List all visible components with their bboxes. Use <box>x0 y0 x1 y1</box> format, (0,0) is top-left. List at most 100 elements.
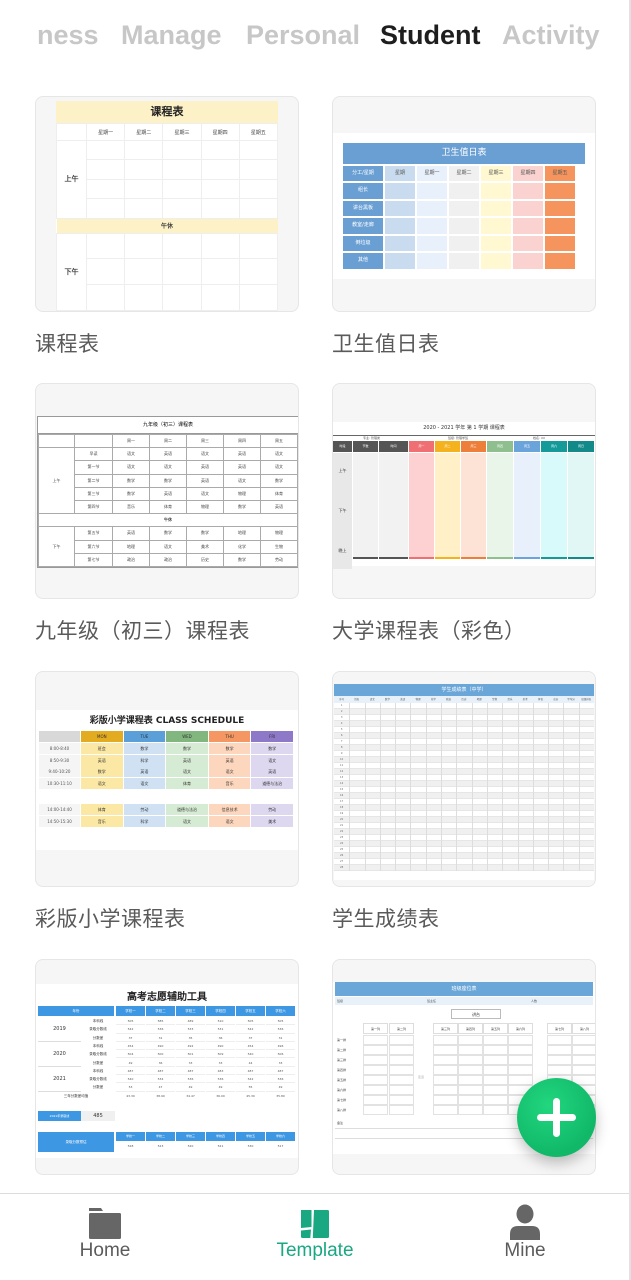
seat-cell <box>458 1035 483 1045</box>
row-label: 第二排 <box>337 1048 347 1052</box>
seat-cell <box>433 1035 458 1045</box>
subject-cell: 英语 <box>149 486 187 501</box>
predict-value: 530 <box>236 1141 265 1151</box>
subject-cell: 语文 <box>81 777 123 789</box>
tab-student[interactable]: Student <box>380 20 481 51</box>
template-thumbnail[interactable]: 卫生值日表 分工/星期 组长 讲台黑板 教室/走廊 倒垃圾 其他 星期 星期一 星期二 星期三 星期… <box>332 96 596 312</box>
value-cell: 510 <box>206 1017 235 1026</box>
seat-cell <box>363 1055 388 1065</box>
seat-cell <box>572 1055 595 1065</box>
seat-cell <box>508 1035 533 1045</box>
avg-label: 三年分数差均值 <box>38 1091 114 1101</box>
nav-home[interactable]: Home <box>25 1194 185 1280</box>
period-cell: 第一节 <box>74 460 113 475</box>
grades-row <box>334 865 594 871</box>
template-title[interactable]: 彩版小学课程表 <box>35 903 186 933</box>
value-cell: 31 <box>146 1033 175 1042</box>
column-header: 第二列 <box>389 1023 414 1034</box>
duty-cell <box>481 218 511 234</box>
duty-cell <box>545 235 575 251</box>
duty-cell <box>481 200 511 216</box>
subject-cell: 英语 <box>208 754 251 766</box>
tab-personal[interactable]: Personal <box>246 20 360 51</box>
metric-cell: 分数差 <box>81 1033 115 1042</box>
add-button[interactable] <box>517 1078 596 1157</box>
seat-cell <box>363 1035 388 1045</box>
seat-cell <box>389 1105 414 1115</box>
day-header: THU <box>208 731 251 742</box>
seat-cell <box>508 1065 533 1075</box>
template-thumbnail[interactable]: 高考志愿辅助工具 年份 学校一 学校二 学校三 学校四 学校五 学校六 2019 本科线 505 5… <box>35 959 299 1175</box>
period-cell: 第四节 <box>74 499 113 515</box>
duty-cell <box>545 253 575 269</box>
predict-header: 学校六 <box>266 1131 295 1141</box>
value-cell: 49 <box>116 1058 145 1067</box>
subject-cell: 数学 <box>166 743 208 754</box>
day-header: TUE <box>123 731 166 742</box>
header-cell: 音乐 <box>502 696 518 703</box>
day-cell: 周一 <box>112 433 150 449</box>
template-thumbnail[interactable]: 2020 - 2021 学年 第 1 学期 课程表 专业: 管理类 班级: 管理… <box>332 383 596 599</box>
value-cell: 501 <box>176 1050 205 1059</box>
template-title[interactable]: 九年级（初三）课程表 <box>35 615 250 645</box>
column-divider <box>502 703 504 871</box>
tab-activity[interactable]: Activity <box>502 20 600 51</box>
value-cell: 489 <box>176 1017 205 1026</box>
day-cell: 周二 <box>149 433 187 449</box>
header-cell: 周六 <box>541 441 567 452</box>
predict-header: 学校五 <box>236 1131 265 1141</box>
template-title[interactable]: 卫生值日表 <box>332 328 440 358</box>
seat-cell <box>547 1045 572 1055</box>
day-cell: 星期二 <box>124 123 164 141</box>
preview-heading: 课程表 <box>56 101 278 123</box>
row-label: 组长 <box>343 183 383 199</box>
subject-cell: 语文 <box>149 539 187 554</box>
section-label: 晚上 <box>333 533 352 569</box>
aisle-label: 走道 <box>417 1075 424 1079</box>
row-label: 讲台黑板 <box>343 200 383 216</box>
template-title[interactable]: 学生成绩表 <box>332 903 440 933</box>
row-label: 其他 <box>343 253 383 269</box>
header-cell: 语文 <box>364 696 380 703</box>
header-cell: 学校一 <box>116 1006 145 1016</box>
column-divider <box>548 703 550 871</box>
nav-mine[interactable]: Mine <box>445 1194 605 1280</box>
template-thumbnail[interactable]: 彩版小学课程表 CLASS SCHEDULE MON TUE WED THU FRI 8:… <box>35 671 299 887</box>
tab-business[interactable]: ness <box>37 20 99 51</box>
subject-cell: 道德与法治 <box>251 777 293 789</box>
row-label: 教室/走廊 <box>343 218 383 234</box>
template-thumbnail[interactable]: 九年级（初三）课程表 周一 周二 周三 周四 周五 上午 早读 语文 英语 语文 英语 语文 第一节 语文… <box>35 383 299 599</box>
template-thumbnail[interactable]: 学生成绩表（中学） 序号 姓名 语文 数学 英语 物理 化学 政治 历史 地理 生物 音乐 美术 体育 总分… <box>332 671 596 887</box>
value-cell: 536 <box>146 1025 175 1034</box>
template-title[interactable]: 大学课程表（彩色） <box>332 615 526 645</box>
preview-heading: 高考志愿辅助工具 <box>127 992 207 1003</box>
nav-template[interactable]: Template <box>235 1194 395 1280</box>
template-thumbnail[interactable]: 课程表 星期一 星期二 星期三 星期四 星期五 上午 午休 下午 <box>35 96 299 312</box>
column-footer <box>541 557 567 559</box>
column-header: 第一列 <box>363 1023 388 1034</box>
tab-manage[interactable]: Manage <box>121 20 222 51</box>
header-cell: 学校五 <box>236 1006 265 1016</box>
morning-label: 上午 <box>56 140 87 219</box>
header-cell: 班级排名 <box>578 696 594 703</box>
column-divider <box>578 703 580 871</box>
column-body <box>487 453 513 557</box>
value-cell: 490 <box>146 1041 175 1051</box>
preview-heading: 班级座位表 <box>335 982 593 996</box>
value-cell: 487 <box>266 1066 295 1076</box>
header-cell: 学校三 <box>176 1006 205 1016</box>
predict-header: 学校一 <box>116 1131 145 1141</box>
template-title[interactable]: 课程表 <box>35 328 100 358</box>
seat-cell <box>433 1095 458 1105</box>
column-body <box>568 453 594 557</box>
avg-value: 34.47 <box>176 1091 205 1101</box>
subject-cell: 数学 <box>112 473 150 488</box>
avg-value: 38.90 <box>146 1091 175 1101</box>
preview-heading: 九年级（初三）课程表 <box>38 417 298 434</box>
subject-cell: 语文 <box>166 766 208 777</box>
column-footer <box>568 557 594 559</box>
column-divider <box>471 703 473 871</box>
seat-cell <box>433 1045 458 1055</box>
subject-cell: 地理 <box>223 526 261 541</box>
column-body <box>379 453 408 557</box>
